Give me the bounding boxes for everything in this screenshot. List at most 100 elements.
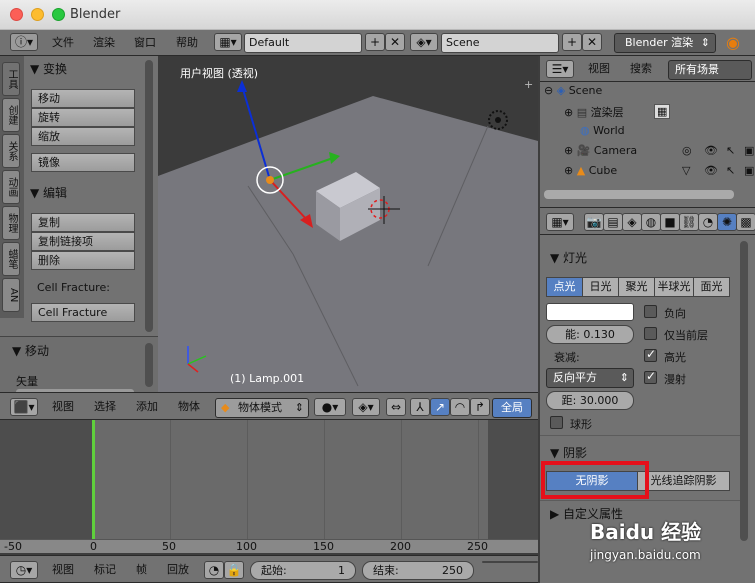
select-cursor-icon[interactable]: ↖ <box>726 164 735 177</box>
tab-animation[interactable]: 动画 <box>2 170 20 204</box>
lamp-type-point[interactable]: 点光 <box>546 277 583 297</box>
add-scene-icon[interactable]: + <box>562 33 582 51</box>
add-menu[interactable]: 添加 <box>136 393 158 421</box>
current-frame-line[interactable] <box>92 420 95 540</box>
editor-type-properties-icon[interactable]: ▦▾ <box>546 213 574 231</box>
render-layer-toggle-icon[interactable]: ▦ <box>654 104 671 119</box>
ray-shadow-option[interactable]: 光线追踪阴影 <box>637 471 730 491</box>
negative-checkbox[interactable] <box>644 305 657 318</box>
outliner-horizontal-scrollbar[interactable] <box>544 190 734 199</box>
object-tab-icon[interactable]: ■ <box>660 213 680 231</box>
scale-manipulator-icon[interactable]: ↱ <box>470 398 490 416</box>
constraints-tab-icon[interactable]: ⛓ <box>679 213 699 231</box>
editor-type-3dview-icon[interactable]: ⬛▾ <box>10 398 38 416</box>
operator-scrollbar[interactable] <box>145 343 153 387</box>
playback-menu[interactable]: 回放 <box>167 556 189 583</box>
remove-layout-icon[interactable]: ✕ <box>385 33 405 51</box>
tab-tools[interactable]: 工具 <box>2 62 20 96</box>
render-camera-icon[interactable]: ▣ <box>744 144 754 157</box>
lamp-icon[interactable] <box>266 176 274 184</box>
render-camera-icon[interactable]: ▣ <box>744 164 754 177</box>
render-tab-icon[interactable]: 📷 <box>584 213 604 231</box>
lamp-type-sun[interactable]: 日光 <box>582 277 619 297</box>
distance-field[interactable]: 距: 30.000 <box>546 391 634 410</box>
delete-button[interactable]: 删除 <box>31 251 135 270</box>
pivot-point-icon[interactable]: ◈▾ <box>352 398 380 416</box>
remove-scene-icon[interactable]: ✕ <box>582 33 602 51</box>
timeline-view-menu[interactable]: 视图 <box>52 556 74 583</box>
mirror-button[interactable]: 镜像 <box>31 153 135 172</box>
specular-checkbox[interactable] <box>644 347 657 362</box>
outliner-item-camera[interactable]: ⊕ 🎥 Camera ◎ 👁 ↖ ▣ <box>564 144 754 162</box>
transform-orientation-dropdown[interactable]: 全局 <box>492 398 532 418</box>
editor-type-outliner-icon[interactable]: ☰▾ <box>546 60 574 78</box>
layout-field[interactable]: Default <box>244 33 362 53</box>
render-layers-tab-icon[interactable]: ▤ <box>603 213 623 231</box>
menu-file[interactable]: 文件 <box>52 30 74 56</box>
rotate-manipulator-icon[interactable]: ◠ <box>450 398 470 416</box>
energy-field[interactable]: 能: 0.130 <box>546 325 634 344</box>
lamp-type-hemi[interactable]: 半球光 <box>654 277 694 297</box>
physics-tab-icon[interactable]: ◔ <box>698 213 718 231</box>
shading-solid-icon[interactable]: ●▾ <box>314 398 346 416</box>
tool-shelf-scrollbar[interactable] <box>145 60 153 332</box>
outliner-item-render-layers[interactable]: ⊕ ▤ 渲染层 ▦ <box>564 104 744 122</box>
mode-dropdown[interactable]: ◆ 物体模式 ⇕ <box>215 398 309 418</box>
tab-an[interactable]: AN <box>2 278 20 312</box>
tab-create[interactable]: 创建 <box>2 98 20 132</box>
current-frame-field[interactable] <box>482 561 538 563</box>
menu-window[interactable]: 窗口 <box>134 30 156 56</box>
visibility-eye-icon[interactable]: 👁 <box>704 144 718 157</box>
scene-tab-icon[interactable]: ◈ <box>622 213 642 231</box>
translate-manipulator-icon[interactable]: ↗ <box>430 398 450 416</box>
expand-icon[interactable]: ⊕ <box>564 164 573 177</box>
close-window-button[interactable] <box>10 8 23 21</box>
visibility-eye-icon[interactable]: 👁 <box>704 164 718 177</box>
sphere-checkbox[interactable] <box>550 416 563 429</box>
lamp-panel-header[interactable]: ▼ 灯光 <box>550 249 587 266</box>
menu-render[interactable]: 渲染 <box>93 30 115 56</box>
editor-type-info-icon[interactable]: ⓘ▾ <box>10 33 38 51</box>
duplicate-button[interactable]: 复制 <box>31 213 135 232</box>
outliner-search-menu[interactable]: 搜索 <box>630 56 652 82</box>
scene-field[interactable]: Scene <box>441 33 559 53</box>
keying-icon[interactable]: ◔ <box>204 561 224 579</box>
rotate-button[interactable]: 旋转 <box>31 108 135 127</box>
expand-icon[interactable]: ⊕ <box>564 144 573 157</box>
properties-scrollbar[interactable] <box>740 241 748 541</box>
expand-icon[interactable]: ⊕ <box>564 106 573 119</box>
lamp-type-spot[interactable]: 聚光 <box>618 277 655 297</box>
diffuse-checkbox[interactable] <box>644 369 657 384</box>
world-tab-icon[interactable]: ◍ <box>641 213 661 231</box>
move-operator-header[interactable]: ▼ 移动 <box>12 342 49 359</box>
outliner-filter-dropdown[interactable]: 所有场景 <box>668 60 752 80</box>
screen-layout-icon[interactable]: ▦▾ <box>214 33 242 51</box>
minimize-window-button[interactable] <box>31 8 44 21</box>
shadow-panel-header[interactable]: ▼ 阴影 <box>550 444 587 461</box>
texture-tab-icon[interactable]: ▩ <box>736 213 755 231</box>
maximize-window-button[interactable] <box>52 8 65 21</box>
mesh-data-icon[interactable]: ▽ <box>682 164 690 177</box>
select-menu[interactable]: 选择 <box>94 393 116 421</box>
marker-menu[interactable]: 标记 <box>94 556 116 583</box>
tab-physics[interactable]: 物理 <box>2 206 20 240</box>
tab-relations[interactable]: 关系 <box>2 134 20 168</box>
lock-icon[interactable]: 🔒 <box>224 561 244 579</box>
menu-help[interactable]: 帮助 <box>176 30 198 56</box>
scale-button[interactable]: 缩放 <box>31 127 135 146</box>
lamp-color-swatch[interactable] <box>546 303 634 321</box>
properties-region-plus-icon[interactable]: + <box>524 78 533 91</box>
timeline-area[interactable]: -50 0 50 100 150 200 250 <box>0 420 538 553</box>
transform-panel-header[interactable]: ▼ 变换 <box>30 60 67 77</box>
start-frame-field[interactable]: 起始: 1 <box>250 561 356 580</box>
view-menu[interactable]: 视图 <box>52 393 74 421</box>
object-menu[interactable]: 物体 <box>178 393 200 421</box>
falloff-dropdown[interactable]: 反向平方 ⇕ <box>546 368 634 388</box>
edit-panel-header[interactable]: ▼ 编辑 <box>30 184 67 201</box>
camera-data-icon[interactable]: ◎ <box>682 144 692 157</box>
collapse-icon[interactable]: ⊖ <box>544 84 553 97</box>
cell-fracture-button[interactable]: Cell Fracture <box>31 303 135 322</box>
this-layer-checkbox[interactable] <box>644 327 657 340</box>
tab-grease-pencil[interactable]: 蜡笔 <box>2 242 20 276</box>
manipulator-toggle-icon[interactable]: ⇔ <box>386 398 406 416</box>
